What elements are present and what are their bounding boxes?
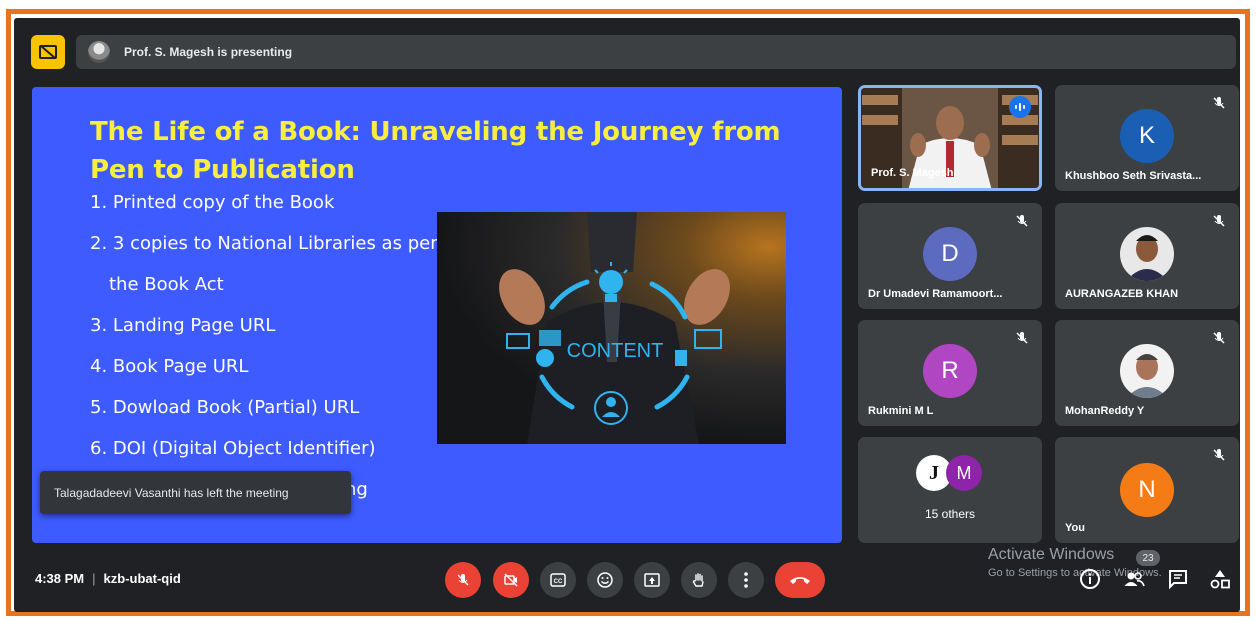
slide-title: The Life of a Book: Unraveling the Journ… xyxy=(90,117,781,185)
mic-off-icon xyxy=(1016,332,1028,344)
participant-name: AURANGAZEB KHAN xyxy=(1065,288,1179,300)
participant-name: Rukmini M L xyxy=(868,405,934,417)
activities-icon[interactable] xyxy=(1209,568,1231,590)
left-meeting-toast: Talagadadeevi Vasanthi has left the meet… xyxy=(40,471,351,514)
participant-tile[interactable]: AURANGAZEB KHAN xyxy=(1055,203,1239,309)
present-button[interactable] xyxy=(634,562,670,598)
reactions-button[interactable] xyxy=(587,562,623,598)
participant-tile[interactable]: R Rukmini M L xyxy=(858,320,1042,426)
presentation-pin-button[interactable] xyxy=(31,35,65,69)
participant-name: Khushboo Seth Srivasta... xyxy=(1065,170,1202,182)
participant-count-badge: 23 xyxy=(1136,550,1160,566)
participant-tile[interactable]: K Khushboo Seth Srivasta... xyxy=(1055,85,1239,191)
camera-off-icon xyxy=(504,573,518,587)
content-illustration: CONTENT xyxy=(437,212,786,444)
mic-toggle-button[interactable] xyxy=(445,562,481,598)
others-count: 15 others xyxy=(924,507,976,521)
captions-button[interactable]: CC xyxy=(540,562,576,598)
participant-name: You xyxy=(1065,522,1085,534)
raise-hand-button[interactable] xyxy=(681,562,717,598)
slide-item: the Book Act xyxy=(109,274,224,295)
participant-tile[interactable]: MohanReddy Y xyxy=(1055,320,1239,426)
self-tile[interactable]: N You xyxy=(1055,437,1239,543)
hang-up-icon xyxy=(790,577,810,584)
svg-text:CC: CC xyxy=(554,579,563,585)
more-options-button[interactable] xyxy=(728,562,764,598)
avatar: K xyxy=(1120,109,1174,163)
present-stop-icon xyxy=(39,45,57,59)
avatar: R xyxy=(923,344,977,398)
participant-name: Dr Umadevi Ramamoort... xyxy=(868,288,1003,300)
presenter-avatar xyxy=(88,41,110,63)
captions-icon: CC xyxy=(550,573,566,587)
mic-off-icon xyxy=(1016,215,1028,227)
people-icon[interactable] xyxy=(1123,568,1145,590)
chat-icon[interactable] xyxy=(1167,568,1189,590)
presenting-banner: Prof. S. Magesh is presenting xyxy=(76,35,1236,69)
camera-toggle-button[interactable] xyxy=(493,562,529,598)
presenting-text: Prof. S. Magesh is presenting xyxy=(124,45,293,59)
slide-item: 3. Landing Page URL xyxy=(90,315,276,336)
participant-tile[interactable]: D Dr Umadevi Ramamoort... xyxy=(858,203,1042,309)
mic-off-icon xyxy=(457,574,469,586)
avatar xyxy=(1120,227,1174,281)
participant-name: MohanReddy Y xyxy=(1065,405,1145,417)
speaking-indicator-icon xyxy=(1009,96,1031,118)
slide-list: 1. Printed copy of the Book 2. 3 copies … xyxy=(90,191,438,519)
slide-item: 2. 3 copies to National Libraries as per xyxy=(90,233,438,254)
meeting-info: 4:38 PM | kzb-ubat-qid xyxy=(35,571,181,586)
hand-icon xyxy=(692,573,704,587)
avatar: M xyxy=(946,455,982,491)
avatar: D xyxy=(923,227,977,281)
mic-off-icon xyxy=(1213,215,1225,227)
meet-window: Prof. S. Magesh is presenting The Life o… xyxy=(14,18,1240,612)
slide-item: 1. Printed copy of the Book xyxy=(90,192,335,213)
mic-off-icon xyxy=(1213,97,1225,109)
toast-text: Talagadadeevi Vasanthi has left the meet… xyxy=(54,485,289,500)
slide-item: 4. Book Page URL xyxy=(90,356,249,377)
info-icon[interactable] xyxy=(1079,568,1101,590)
participant-name: Prof. S. Magesh xyxy=(871,167,954,179)
leave-call-button[interactable] xyxy=(775,562,825,598)
avatar xyxy=(1120,344,1174,398)
more-vert-icon xyxy=(744,572,748,588)
participant-tile[interactable]: Prof. S. Magesh xyxy=(858,85,1042,191)
avatar: N xyxy=(1120,463,1174,517)
present-screen-icon xyxy=(644,573,660,587)
slide-item: 5. Dowload Book (Partial) URL xyxy=(90,397,360,418)
meeting-time: 4:38 PM xyxy=(35,571,85,586)
emoji-icon xyxy=(597,572,613,588)
mic-off-icon xyxy=(1213,449,1225,461)
meeting-code: kzb-ubat-qid xyxy=(103,571,181,586)
mic-off-icon xyxy=(1213,332,1225,344)
content-label: CONTENT xyxy=(567,340,664,362)
others-tile[interactable]: J M 15 others xyxy=(858,437,1042,543)
